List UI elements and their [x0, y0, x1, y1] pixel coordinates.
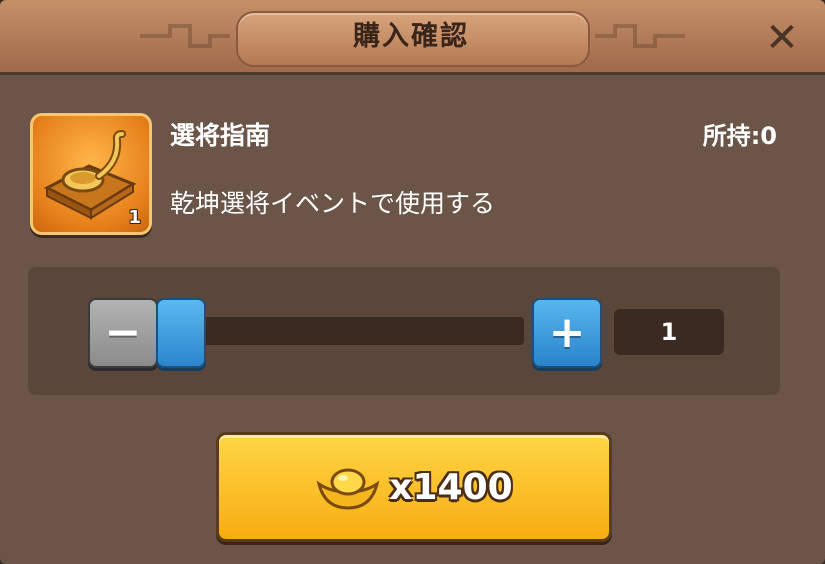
increase-quantity-button[interactable]: + — [532, 298, 602, 368]
plus-icon: + — [548, 307, 586, 358]
quantity-slider-track[interactable] — [198, 317, 524, 345]
header-ornament-right-icon — [595, 24, 685, 48]
golden-spoon-icon — [43, 130, 137, 220]
minus-icon: − — [104, 307, 142, 358]
close-icon[interactable]: ✕ — [760, 15, 804, 61]
item-description: 乾坤選将イベントで使用する — [170, 189, 496, 218]
purchase-confirm-dialog: 購入確認 ✕ 1 選将指南 所持:0 乾坤選将イベントで使用する − + 1 x… — [0, 0, 825, 564]
owned-count: 所持:0 — [702, 122, 777, 150]
header-ornament-left-icon — [140, 24, 230, 48]
item-count-badge: 1 — [128, 207, 141, 228]
dialog-header: 購入確認 ✕ — [0, 0, 825, 75]
dialog-title: 購入確認 — [353, 21, 469, 52]
decrease-quantity-button[interactable]: − — [88, 298, 158, 368]
gold-ingot-icon — [316, 468, 380, 510]
buy-button[interactable]: x1400 — [216, 432, 612, 542]
item-name: 選将指南 — [170, 121, 271, 150]
price-label: x1400 — [389, 466, 513, 508]
quantity-slider-handle[interactable] — [156, 298, 206, 368]
quantity-value: 1 — [614, 309, 724, 355]
item-icon: 1 — [30, 113, 152, 235]
